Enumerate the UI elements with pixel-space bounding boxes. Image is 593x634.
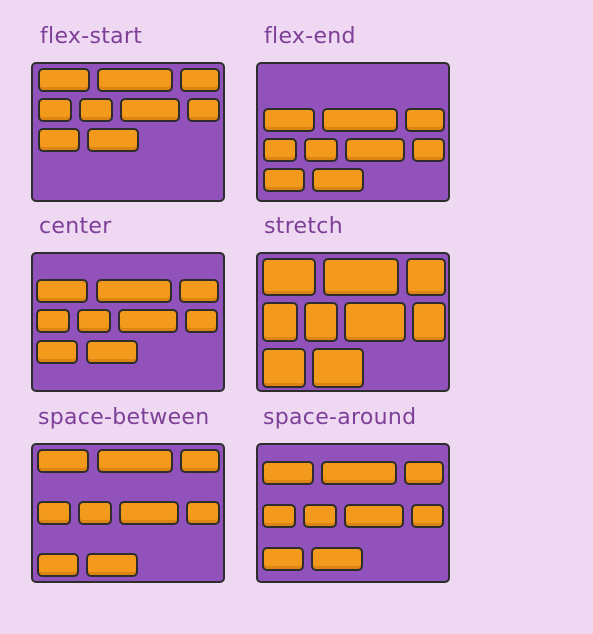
flex-item (303, 504, 337, 528)
flex-item (37, 449, 89, 473)
flex-item (262, 348, 306, 388)
panel-title: space-between (38, 405, 210, 430)
flex-item (312, 168, 364, 192)
flex-item (412, 138, 445, 162)
panel-title: stretch (264, 214, 343, 239)
flex-item (36, 279, 88, 303)
flex-item (187, 98, 220, 122)
flex-item (179, 279, 219, 303)
flex-item (78, 501, 112, 525)
flex-item (344, 504, 404, 528)
flex-item (185, 309, 218, 333)
flex-item (186, 501, 220, 525)
flex-item (406, 258, 446, 296)
flex-item (87, 128, 139, 152)
flex-item (262, 547, 304, 571)
flex-item (304, 302, 338, 342)
flex-item (38, 98, 72, 122)
flex-item (36, 340, 78, 364)
flex-container (31, 252, 225, 392)
flex-container (31, 443, 225, 583)
panel-title: center (39, 214, 112, 239)
flex-item (311, 547, 363, 571)
panel-title: flex-start (40, 24, 143, 49)
flex-item (79, 98, 113, 122)
flex-item (263, 138, 297, 162)
panel-title: space-around (263, 405, 417, 430)
flex-container (31, 62, 225, 202)
flex-item (37, 553, 79, 577)
flex-container (256, 443, 450, 583)
flex-item (77, 309, 111, 333)
flex-item (86, 340, 138, 364)
flex-item (262, 258, 316, 296)
flex-item (180, 449, 220, 473)
flex-item (38, 68, 90, 92)
flex-item (323, 258, 399, 296)
flex-item (263, 168, 305, 192)
flex-item (322, 108, 398, 132)
flex-item (263, 108, 315, 132)
flex-item (411, 504, 444, 528)
flex-item (262, 504, 296, 528)
flex-item (97, 449, 173, 473)
flex-item (321, 461, 397, 485)
flex-item (405, 108, 445, 132)
flex-item (37, 501, 71, 525)
panel-title: flex-end (264, 24, 356, 49)
flex-item (344, 302, 406, 342)
flex-item (38, 128, 80, 152)
flex-item (118, 309, 178, 333)
flex-item (404, 461, 444, 485)
flex-item (412, 302, 446, 342)
flex-item (262, 461, 314, 485)
flex-item (86, 553, 138, 577)
flex-item (97, 68, 173, 92)
flex-item (96, 279, 172, 303)
flex-item (120, 98, 180, 122)
flex-item (262, 302, 298, 342)
flex-container (256, 62, 450, 202)
flex-item (312, 348, 364, 388)
flex-item (36, 309, 70, 333)
flex-container (256, 252, 450, 392)
flex-item (345, 138, 405, 162)
flex-item (304, 138, 338, 162)
flex-item (119, 501, 179, 525)
flex-item (180, 68, 220, 92)
